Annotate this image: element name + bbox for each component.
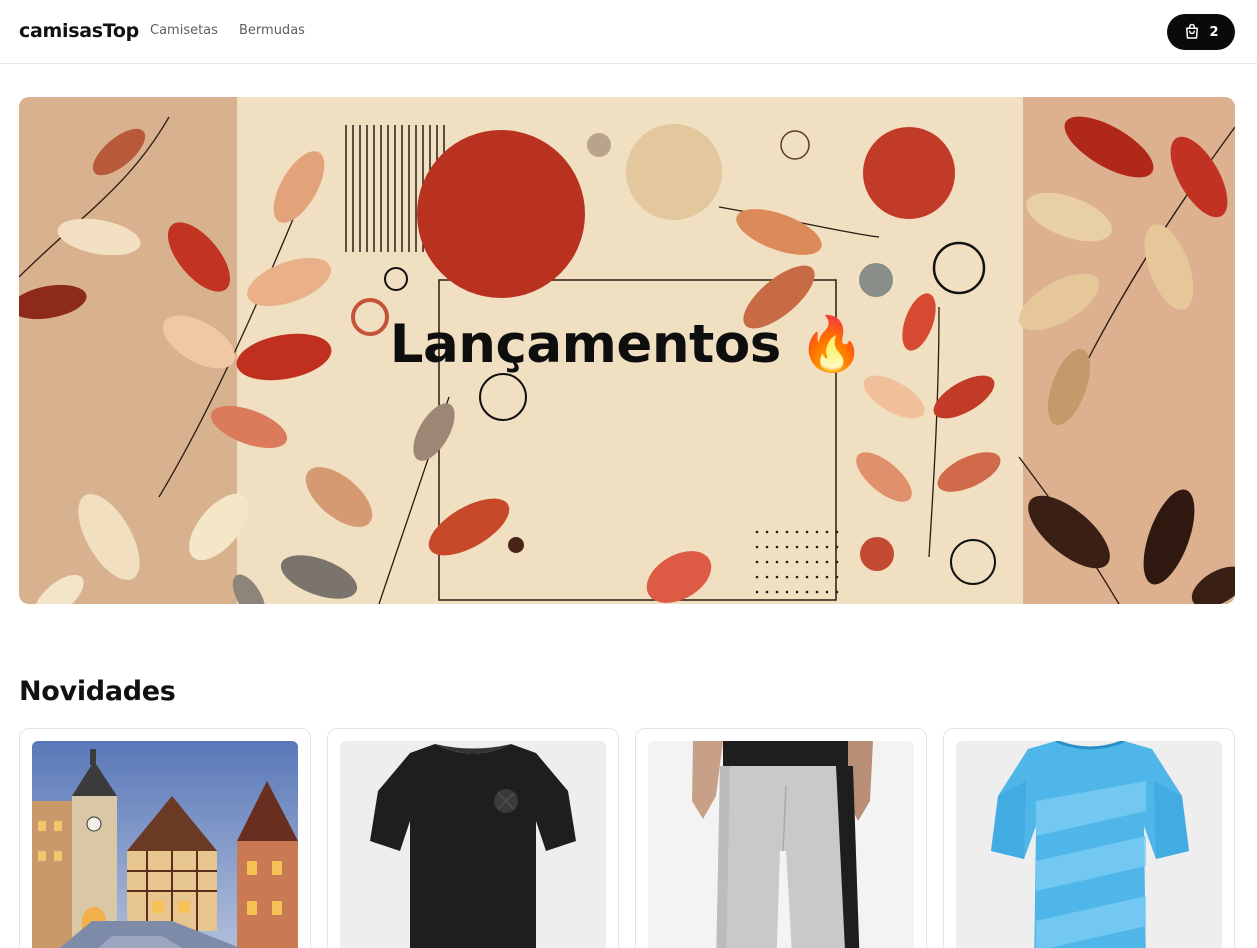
cart-count-badge: 2 xyxy=(1209,24,1219,40)
product-image[interactable] xyxy=(340,741,606,948)
hero-title: Lançamentos 🔥 xyxy=(389,314,865,375)
nav-link-bermudas[interactable]: Bermudas xyxy=(239,23,305,38)
product-card[interactable] xyxy=(635,728,927,948)
product-image[interactable] xyxy=(956,741,1222,948)
cart-button[interactable]: 2 xyxy=(1167,14,1235,50)
black-tshirt-photo xyxy=(340,741,606,948)
product-image[interactable] xyxy=(648,741,914,948)
nav-link-camisetas[interactable]: Camisetas xyxy=(150,23,218,38)
hero-banner[interactable]: Lançamentos 🔥 xyxy=(19,97,1235,604)
town-street-photo xyxy=(32,741,298,948)
site-logo[interactable]: camisasTop xyxy=(19,20,139,42)
product-image[interactable] xyxy=(32,741,298,948)
light-blue-jersey-photo xyxy=(956,741,1222,948)
shopping-bag-icon xyxy=(1183,23,1201,41)
product-card[interactable] xyxy=(19,728,311,948)
grey-track-pants-photo xyxy=(648,741,914,948)
product-card[interactable] xyxy=(943,728,1235,948)
section-title-novidades: Novidades xyxy=(19,676,176,707)
top-navbar: camisasTop Camisetas Bermudas 2 xyxy=(0,0,1257,64)
product-card[interactable] xyxy=(327,728,619,948)
